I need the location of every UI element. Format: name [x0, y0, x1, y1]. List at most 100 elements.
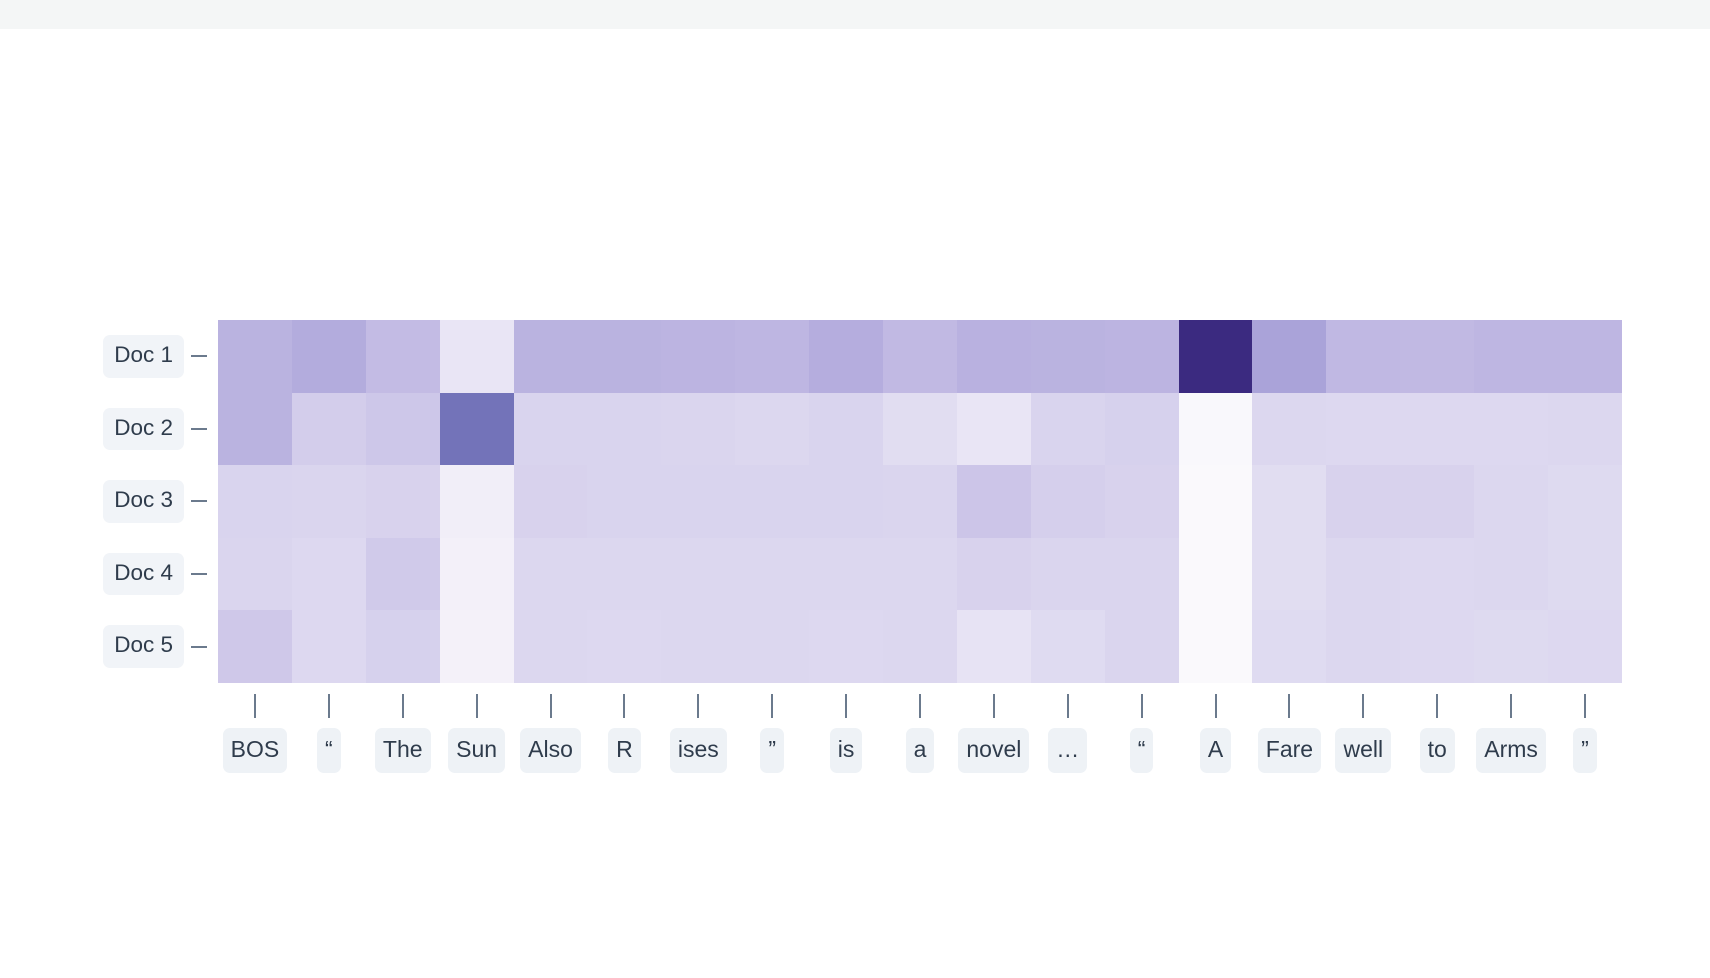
heatmap-cell[interactable] [1400, 537, 1475, 611]
heatmap-cell[interactable] [365, 465, 440, 538]
heatmap-cell[interactable] [587, 465, 662, 538]
heatmap-cell[interactable] [218, 610, 292, 683]
heatmap-cell[interactable] [218, 465, 292, 538]
heatmap-cell[interactable] [513, 320, 588, 393]
heatmap-cell[interactable] [956, 537, 1031, 611]
heatmap-cell[interactable] [1400, 392, 1475, 466]
heatmap-cell[interactable] [1548, 320, 1622, 393]
heatmap-cell[interactable] [809, 537, 884, 611]
heatmap-cell[interactable] [1326, 537, 1401, 611]
heatmap-cell[interactable] [956, 392, 1031, 466]
heatmap-cell[interactable] [439, 610, 514, 683]
heatmap-cell[interactable] [291, 465, 366, 538]
heatmap-cell[interactable] [1104, 610, 1179, 683]
heatmap-cell[interactable] [1400, 610, 1475, 683]
token-label[interactable]: “ [317, 728, 341, 773]
heatmap-cell[interactable] [1030, 537, 1105, 611]
token-label[interactable]: is [829, 728, 863, 773]
heatmap-cell[interactable] [218, 392, 292, 466]
heatmap-cell[interactable] [956, 610, 1031, 683]
heatmap-cell[interactable] [513, 537, 588, 611]
heatmap-cell[interactable] [439, 537, 514, 611]
heatmap-cell[interactable] [1104, 537, 1179, 611]
token-label[interactable]: ” [760, 728, 785, 773]
heatmap-cell[interactable] [1178, 392, 1253, 466]
heatmap-cell[interactable] [587, 392, 662, 466]
heatmap-cell[interactable] [1252, 537, 1327, 611]
heatmap-cell[interactable] [1326, 610, 1401, 683]
heatmap-cell[interactable] [587, 537, 662, 611]
heatmap-cell[interactable] [513, 392, 588, 466]
heatmap-cell[interactable] [809, 465, 884, 538]
heatmap-cell[interactable] [1474, 320, 1549, 393]
token-label[interactable]: … [1048, 728, 1088, 773]
heatmap-cell[interactable] [1326, 392, 1401, 466]
token-label[interactable]: BOS [222, 728, 288, 773]
token-label[interactable]: R [608, 728, 641, 773]
heatmap-cell[interactable] [1548, 537, 1622, 611]
heatmap-cell[interactable] [735, 392, 810, 466]
heatmap-cell[interactable] [218, 320, 292, 393]
heatmap-cell[interactable] [735, 320, 810, 393]
heatmap-cell[interactable] [1104, 465, 1179, 538]
token-label[interactable]: A [1199, 728, 1232, 773]
heatmap-cell[interactable] [291, 610, 366, 683]
token-label[interactable]: well [1335, 728, 1392, 773]
heatmap-cell[interactable] [587, 610, 662, 683]
token-label[interactable]: The [374, 728, 431, 773]
heatmap-cell[interactable] [513, 610, 588, 683]
token-label[interactable]: Sun [448, 728, 506, 773]
heatmap-cell[interactable] [661, 465, 736, 538]
heatmap-cell[interactable] [809, 610, 884, 683]
heatmap-cell[interactable] [1326, 465, 1401, 538]
heatmap-cell[interactable] [439, 465, 514, 538]
heatmap-cell[interactable] [809, 392, 884, 466]
token-label[interactable]: a [905, 728, 935, 773]
heatmap-cell[interactable] [1548, 465, 1622, 538]
heatmap-cell[interactable] [661, 537, 736, 611]
heatmap-cell[interactable] [661, 610, 736, 683]
token-label[interactable]: “ [1129, 728, 1154, 773]
heatmap-cell[interactable] [1178, 320, 1253, 393]
heatmap-cell[interactable] [735, 610, 810, 683]
heatmap-cell[interactable] [956, 320, 1031, 393]
heatmap-cell[interactable] [1474, 392, 1549, 466]
heatmap-cell[interactable] [883, 537, 957, 611]
token-label[interactable]: Arms [1476, 728, 1546, 773]
heatmap-cell[interactable] [735, 537, 810, 611]
heatmap-cell[interactable] [439, 392, 514, 466]
heatmap-cell[interactable] [1178, 465, 1253, 538]
token-label[interactable]: novel [958, 728, 1030, 773]
heatmap-cell[interactable] [1252, 392, 1327, 466]
heatmap-cell[interactable] [1474, 610, 1549, 683]
heatmap-cell[interactable] [1326, 320, 1401, 393]
heatmap-cell[interactable] [1474, 465, 1549, 538]
heatmap-cell[interactable] [365, 320, 440, 393]
heatmap-cell[interactable] [1178, 537, 1253, 611]
heatmap-cell[interactable] [1252, 610, 1327, 683]
heatmap-cell[interactable] [1400, 465, 1475, 538]
heatmap-cell[interactable] [883, 610, 957, 683]
heatmap-cell[interactable] [365, 392, 440, 466]
heatmap-cell[interactable] [291, 392, 366, 466]
heatmap-cell[interactable] [956, 465, 1031, 538]
heatmap-cell[interactable] [513, 465, 588, 538]
heatmap-cell[interactable] [1252, 320, 1327, 393]
heatmap-cell[interactable] [439, 320, 514, 393]
heatmap-cell[interactable] [1178, 610, 1253, 683]
heatmap-cell[interactable] [1474, 537, 1549, 611]
heatmap-cell[interactable] [1548, 392, 1622, 466]
heatmap-cell[interactable] [1252, 465, 1327, 538]
heatmap-cell[interactable] [1030, 610, 1105, 683]
heatmap-cell[interactable] [291, 320, 366, 393]
token-label[interactable]: Fare [1257, 728, 1322, 773]
heatmap-cell[interactable] [1548, 610, 1622, 683]
heatmap-cell[interactable] [661, 320, 736, 393]
heatmap-cell[interactable] [1030, 465, 1105, 538]
heatmap-cell[interactable] [809, 320, 884, 393]
token-label[interactable]: to [1419, 728, 1455, 773]
token-label[interactable]: ” [1573, 728, 1597, 773]
heatmap-cell[interactable] [365, 537, 440, 611]
heatmap-cell[interactable] [883, 465, 957, 538]
heatmap-cell[interactable] [883, 392, 957, 466]
